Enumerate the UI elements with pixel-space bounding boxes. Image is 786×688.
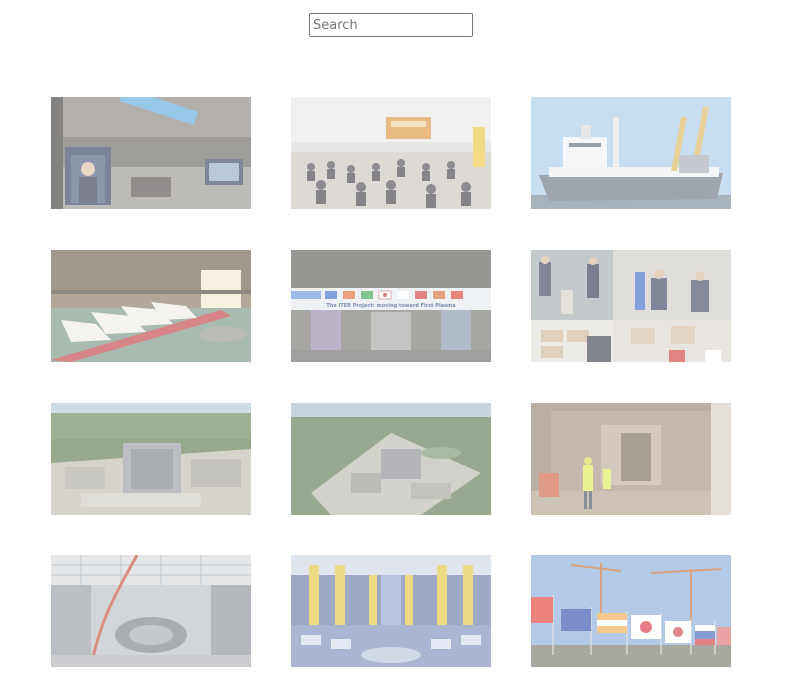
gallery-image-press-event[interactable] [51,97,251,209]
image-gallery: The ITER Project: moving toward First Pl… [0,0,786,688]
gallery-image-officials[interactable] [531,250,731,362]
gallery-image-concrete-chamber[interactable] [531,403,731,515]
banner-text: The ITER Project: moving toward First Pl… [326,303,455,309]
gallery-image-aerial-site-2[interactable] [291,403,491,515]
gallery-image-tokamak-pit[interactable] [291,555,491,667]
gallery-image-assembly-banner[interactable]: The ITER Project: moving toward First Pl… [291,250,491,362]
gallery-image-cargo-ship[interactable] [531,97,731,209]
gallery-image-factory-coils[interactable] [51,250,251,362]
gallery-image-aerial-site-1[interactable] [51,403,251,515]
gallery-image-audience[interactable] [291,97,491,209]
gallery-image-flags-cranes[interactable] [531,555,731,667]
gallery-image-assembly-hall[interactable] [51,555,251,667]
